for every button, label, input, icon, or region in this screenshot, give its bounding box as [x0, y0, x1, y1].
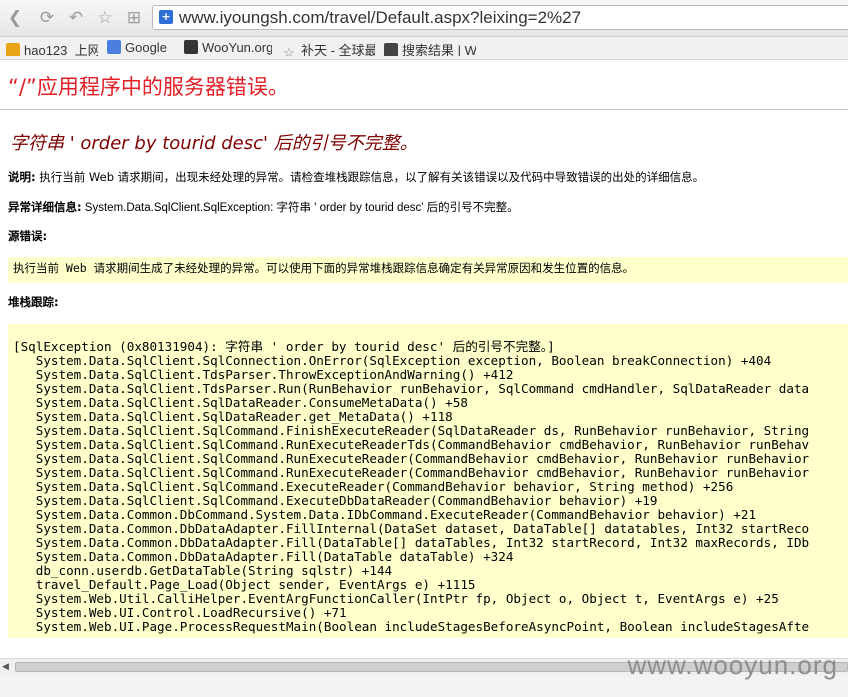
hao123-icon — [6, 43, 20, 56]
address-bar[interactable]: + www.iyoungsh.com/travel/Default.aspx?l… — [152, 5, 848, 30]
bookmark-wooyun[interactable]: WooYun.org — [184, 40, 272, 56]
description-line: 说明: 执行当前 Web 请求期间，出现未经处理的异常。请检查堆栈跟踪信息，以了… — [8, 169, 704, 185]
url-text[interactable]: www.iyoungsh.com/travel/Default.aspx?lei… — [179, 8, 581, 28]
exception-text: System.Data.SqlClient.SqlException: 字符串 … — [81, 202, 519, 214]
bookmark-label: hao123_上网 — [24, 43, 98, 56]
stack-trace-entry: System.Data.Common.DbDataAdapter.Fill(Da… — [13, 535, 810, 550]
bookmark-label: Google — [125, 40, 167, 55]
security-shield-icon: + — [159, 10, 173, 24]
bookmark-label: WooYun.org — [202, 40, 272, 55]
bookmark-search-results[interactable]: 搜索结果 | W — [384, 40, 476, 56]
bookmark-butian[interactable]: ☆ 补天 - 全球最 — [283, 40, 375, 56]
stack-trace-entry: db_conn.userdb.GetDataTable(String sqlst… — [13, 563, 393, 578]
stack-trace-label: 堆栈跟踪: — [8, 295, 59, 309]
star-icon: ☆ — [283, 45, 295, 57]
page-content: “/”应用程序中的服务器错误。 字符串 ' order by tourid de… — [0, 60, 848, 658]
stack-trace-entry: System.Data.SqlClient.SqlCommand.RunExec… — [13, 437, 810, 452]
exception-label: 异常详细信息: — [8, 200, 82, 214]
stack-trace-entry: System.Data.SqlClient.TdsParser.Run(RunB… — [13, 381, 810, 396]
stack-trace-entry: System.Data.SqlClient.SqlDataReader.Cons… — [13, 395, 468, 410]
search-result-icon — [384, 43, 398, 56]
stack-trace-entry: [SqlException (0x80131904): 字符串 ' order … — [13, 339, 555, 354]
back-icon[interactable]: ❮ — [4, 7, 26, 29]
stack-trace-entry: System.Data.SqlClient.SqlCommand.Execute… — [13, 479, 734, 494]
reload-icon[interactable]: ⟳ — [36, 7, 58, 29]
stack-trace-entry: System.Web.UI.Control.LoadRecursive() +7… — [13, 605, 347, 620]
stack-trace-entry: System.Data.SqlClient.SqlCommand.RunExec… — [13, 465, 810, 480]
bookmark-hao123[interactable]: hao123_上网 — [6, 40, 98, 56]
stack-trace-entry: System.Data.Common.DbCommand.System.Data… — [13, 507, 757, 522]
divider — [0, 109, 848, 110]
stack-trace-entry: System.Data.SqlClient.SqlCommand.FinishE… — [13, 423, 810, 438]
exception-line: 异常详细信息: System.Data.SqlClient.SqlExcepti… — [8, 199, 519, 215]
description-text: 执行当前 Web 请求期间，出现未经处理的异常。请检查堆栈跟踪信息，以了解有关该… — [35, 170, 705, 184]
bookmark-label: 搜索结果 | W — [402, 43, 476, 56]
stack-trace-entry: System.Web.Util.CalliHelper.EventArgFunc… — [13, 591, 779, 606]
stack-trace-entry: System.Data.SqlClient.SqlConnection.OnEr… — [13, 353, 772, 368]
bookmarks-bar: hao123_上网 Google WooYun.org ☆ 补天 - 全球最 搜索… — [0, 37, 848, 60]
browser-toolbar: ❮ ⟳ ↶ ☆ ⊞ + www.iyoungsh.com/travel/Defa… — [0, 0, 848, 37]
grid-icon[interactable]: ⊞ — [123, 7, 145, 29]
stack-trace-entry: System.Data.SqlClient.SqlDataReader.get_… — [13, 409, 453, 424]
source-error-line: 源错误: — [8, 228, 47, 244]
stack-trace-entry: System.Web.UI.Page.ProcessRequestMain(Bo… — [13, 619, 810, 634]
wooyun-icon — [184, 40, 198, 54]
scroll-left-arrow-icon[interactable]: ◀ — [2, 662, 12, 672]
stack-trace-entry: System.Data.SqlClient.SqlCommand.RunExec… — [13, 451, 810, 466]
stack-trace-entry: System.Data.SqlClient.TdsParser.ThrowExc… — [13, 367, 514, 382]
watermark: www.wooyun.org — [627, 650, 838, 680]
google-icon — [107, 40, 121, 54]
stack-trace-entry: System.Data.SqlClient.SqlCommand.Execute… — [13, 493, 658, 508]
description-label: 说明: — [8, 170, 36, 184]
undo-icon[interactable]: ↶ — [65, 7, 87, 29]
bookmark-label: 补天 - 全球最 — [301, 43, 375, 56]
source-error-text: 执行当前 Web 请求期间生成了未经处理的异常。可以使用下面的异常堆栈跟踪信息确… — [13, 261, 635, 275]
source-error-label: 源错误: — [8, 229, 48, 243]
stack-trace-box: [SqlException (0x80131904): 字符串 ' order … — [8, 324, 848, 638]
page-heading: “/”应用程序中的服务器错误。 — [8, 75, 289, 99]
favorite-star-icon[interactable]: ☆ — [94, 7, 116, 29]
stack-trace-line: 堆栈跟踪: — [8, 294, 59, 310]
stack-trace-entry: System.Data.Common.DbDataAdapter.FillInt… — [13, 521, 810, 536]
source-error-box: 执行当前 Web 请求期间生成了未经处理的异常。可以使用下面的异常堆栈跟踪信息确… — [8, 257, 848, 283]
bookmark-google[interactable]: Google — [107, 40, 177, 56]
stack-trace-entry: travel_Default.Page_Load(Object sender, … — [13, 577, 476, 592]
error-title: 字符串 ' order by tourid desc' 后的引号不完整。 — [10, 133, 418, 154]
stack-trace-entry: System.Data.Common.DbDataAdapter.Fill(Da… — [13, 549, 514, 564]
